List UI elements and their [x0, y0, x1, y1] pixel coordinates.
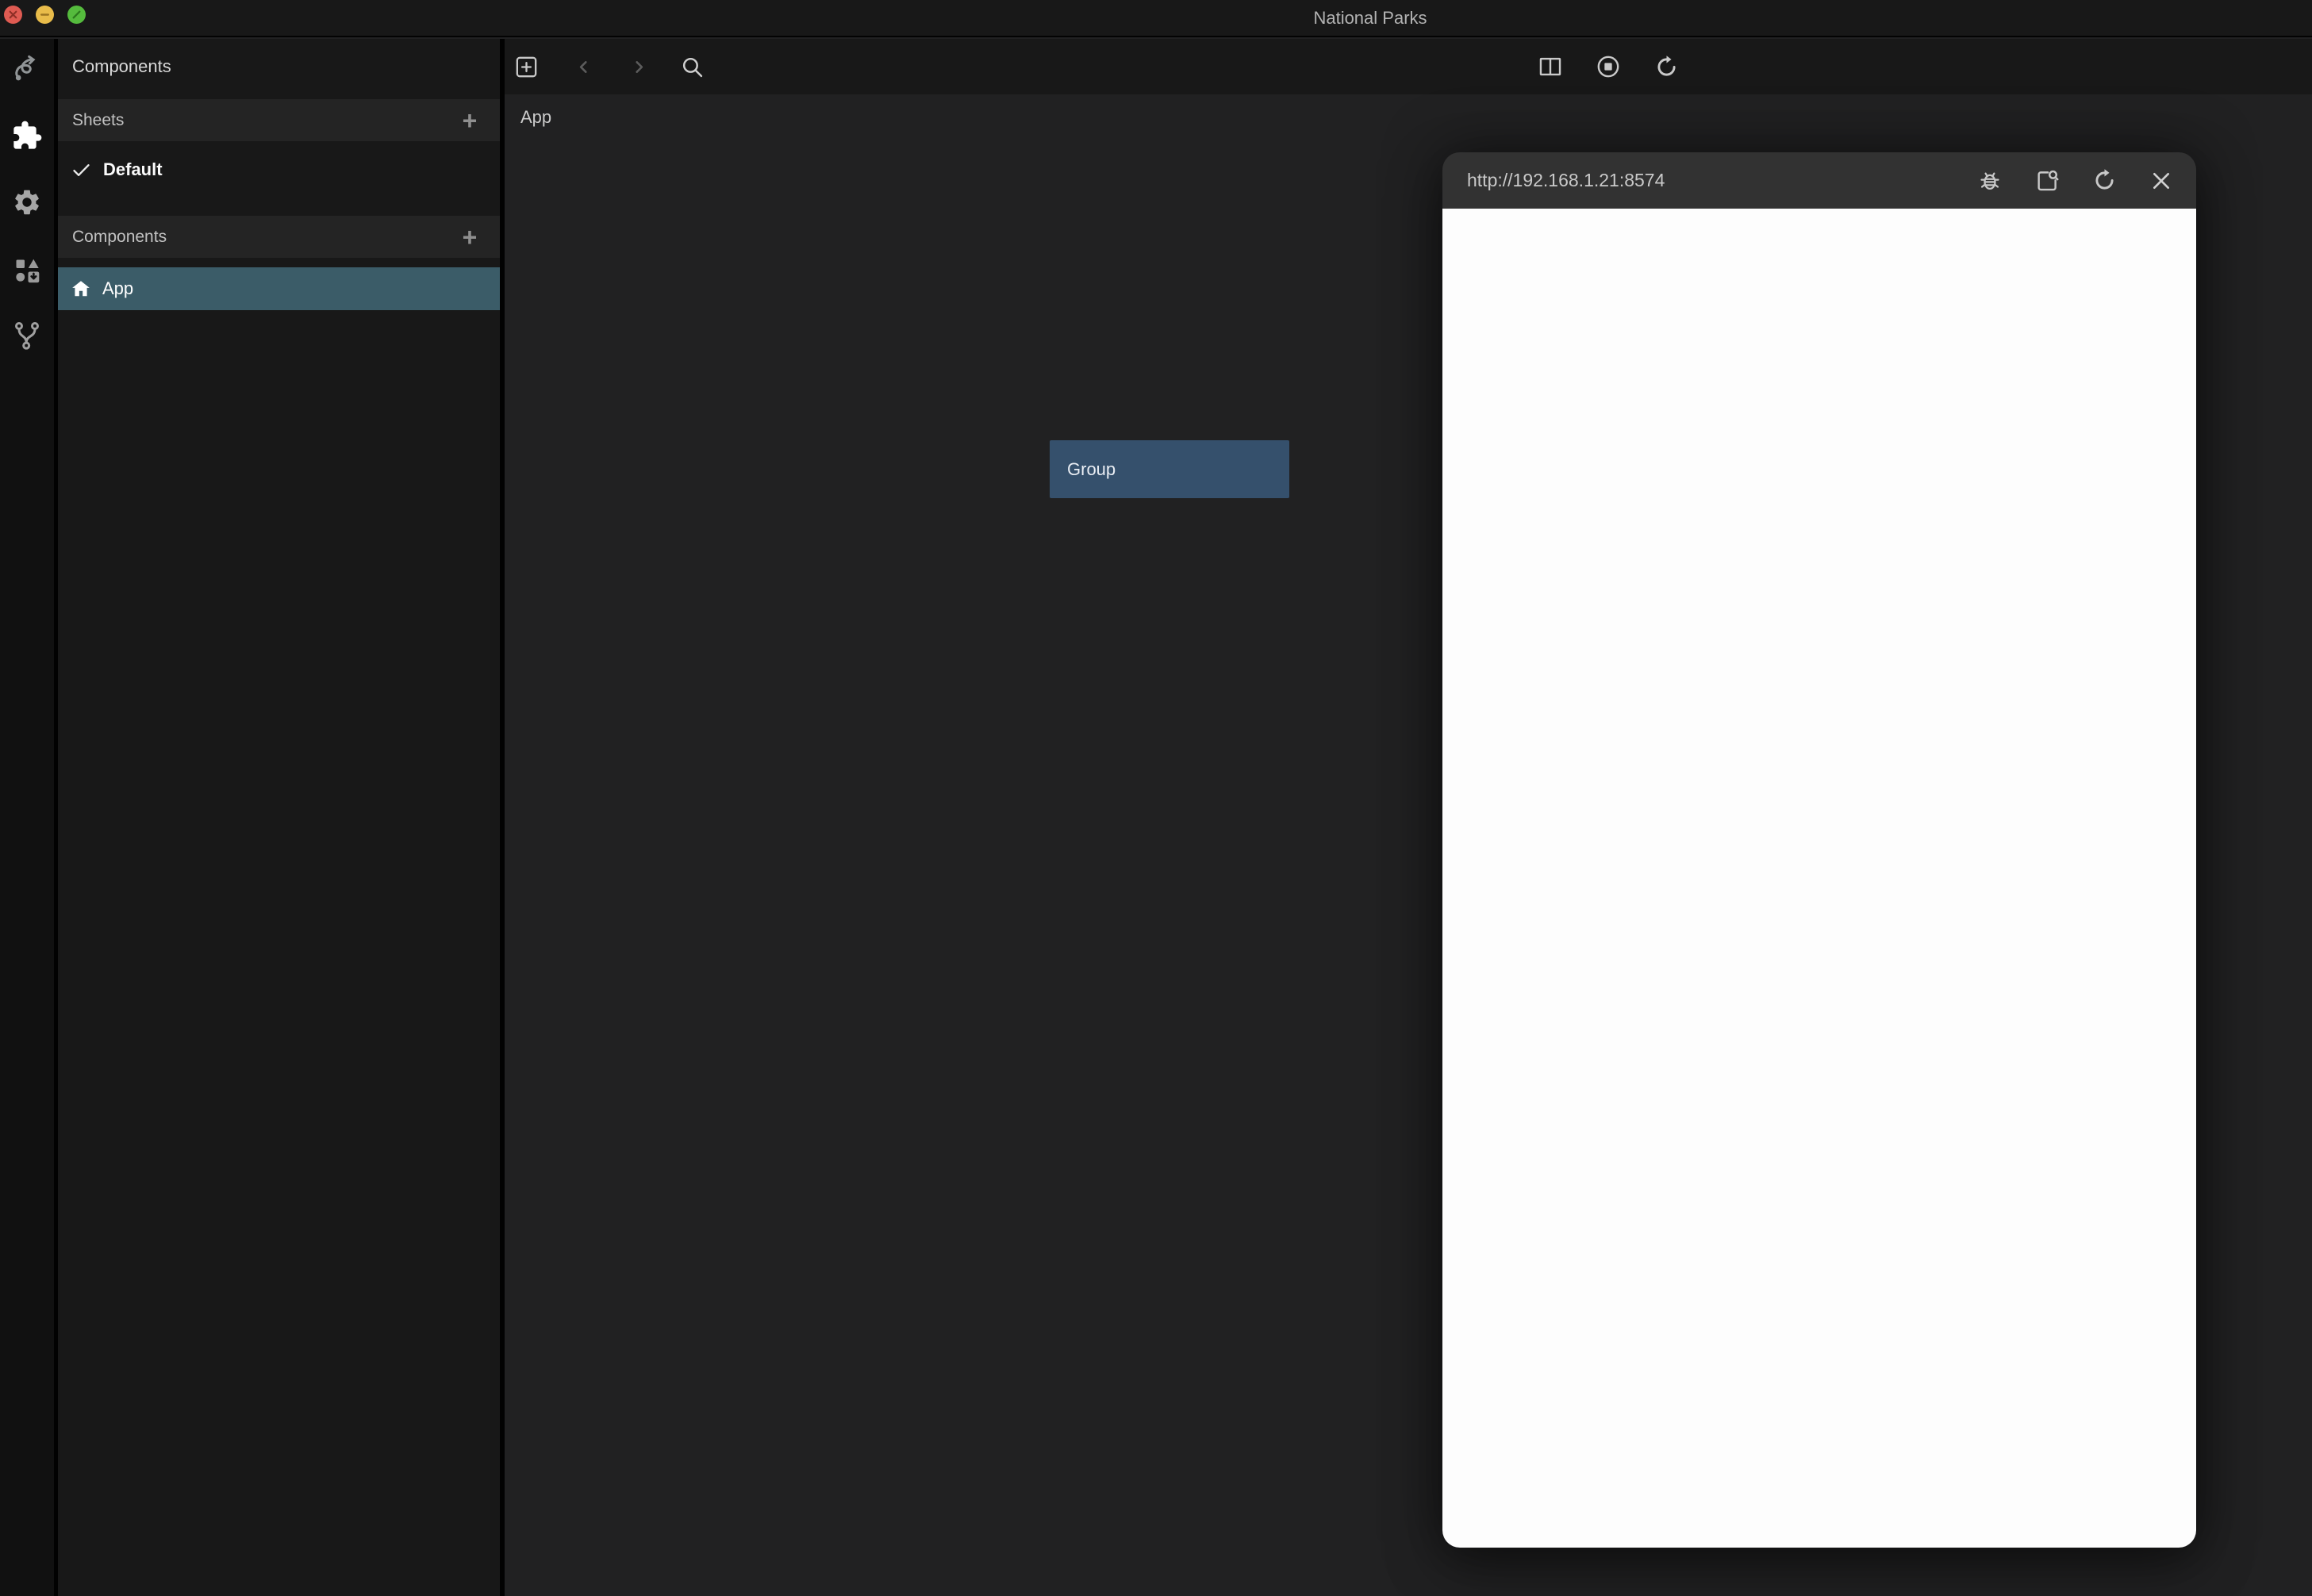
sidebar-title: Components: [58, 39, 500, 94]
back-button[interactable]: [563, 39, 604, 94]
split-view-button[interactable]: [1536, 39, 1565, 94]
forward-icon: [628, 56, 650, 78]
minimize-icon: [40, 10, 50, 20]
design-canvas[interactable]: App Group http://192.168.1.21:8574: [505, 94, 2312, 1596]
traffic-lights: [4, 6, 86, 24]
close-window-button[interactable]: [4, 6, 22, 24]
sheet-row-default[interactable]: Default: [58, 149, 500, 190]
forward-button[interactable]: [618, 39, 659, 94]
rail-settings-button[interactable]: [0, 182, 54, 223]
maximize-icon: [71, 10, 82, 20]
canvas-toolbar: [505, 39, 2312, 94]
preview-content[interactable]: [1442, 209, 2196, 1548]
back-icon: [573, 56, 594, 78]
close-icon: [8, 10, 18, 20]
add-sheet-icon: [513, 53, 540, 81]
extensions-icon: [11, 120, 43, 152]
preview-window: http://192.168.1.21:8574: [1442, 152, 2196, 1548]
activity-rail: [0, 39, 58, 1596]
flow-icon: [11, 53, 43, 85]
breadcrumb[interactable]: App: [520, 107, 551, 128]
component-row-label: App: [102, 278, 133, 299]
open-page-icon: [2034, 167, 2060, 194]
preview-header: http://192.168.1.21:8574: [1442, 152, 2196, 209]
split-view-icon: [1537, 53, 1564, 80]
sheet-row-label: Default: [103, 159, 163, 180]
git-branch-icon: [11, 320, 43, 351]
titlebar: National Parks: [0, 0, 2312, 37]
close-icon: [2149, 168, 2174, 194]
group-element-label: Group: [1067, 459, 1116, 480]
debug-button[interactable]: [1976, 163, 2004, 199]
refresh-icon: [1653, 54, 1680, 80]
maximize-window-button[interactable]: [67, 6, 86, 24]
add-component-button[interactable]: +: [457, 224, 482, 250]
preview-close-button[interactable]: [2147, 163, 2176, 199]
debug-icon: [1976, 167, 2003, 194]
sheets-section-header: Sheets +: [58, 99, 500, 141]
component-row-app[interactable]: App: [58, 267, 500, 310]
add-sheet-button[interactable]: +: [457, 108, 482, 133]
components-sidebar: Components Sheets + Default Components +…: [58, 39, 505, 1596]
reload-preview-button[interactable]: [1652, 39, 1680, 94]
rail-git-branch-button[interactable]: [0, 315, 54, 356]
search-icon: [679, 54, 705, 80]
group-element[interactable]: Group: [1050, 440, 1289, 498]
rail-components-button[interactable]: [0, 250, 54, 291]
stop-button[interactable]: [1594, 39, 1623, 94]
sheets-section-label: Sheets: [72, 111, 124, 130]
settings-icon: [12, 187, 42, 217]
search-button[interactable]: [671, 39, 712, 94]
rail-extensions-button[interactable]: [0, 115, 54, 156]
open-page-button[interactable]: [2033, 163, 2061, 199]
add-sheet-toolbar-button[interactable]: [505, 39, 547, 94]
minimize-window-button[interactable]: [36, 6, 54, 24]
home-icon: [71, 278, 91, 299]
components-section-label: Components: [72, 228, 167, 247]
refresh-icon: [2091, 167, 2118, 194]
components-icon: [13, 256, 41, 285]
preview-url-field[interactable]: http://192.168.1.21:8574: [1442, 170, 1976, 191]
sidebar-spacer: [58, 190, 500, 211]
toolbar-right-group: [1536, 39, 1680, 94]
check-icon: [71, 159, 92, 181]
preview-actions: [1976, 163, 2196, 199]
window-title: National Parks: [1291, 0, 1450, 36]
preview-refresh-button[interactable]: [2090, 163, 2118, 199]
components-section-header: Components +: [58, 216, 500, 258]
stop-icon: [1595, 53, 1622, 80]
rail-flow-button[interactable]: [0, 48, 54, 90]
